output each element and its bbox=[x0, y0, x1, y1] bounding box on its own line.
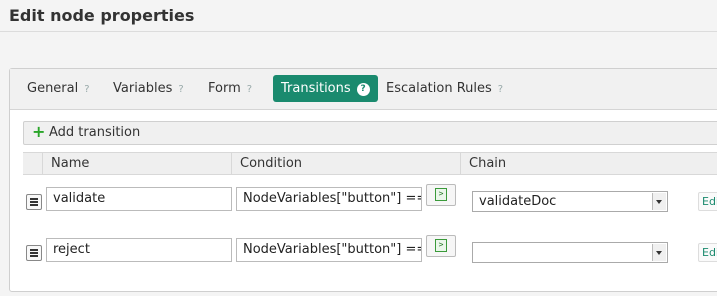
plus-icon: + bbox=[32, 122, 46, 141]
chain-select-value: validateDoc bbox=[479, 194, 557, 209]
table-row: validate NodeVariables["button"] == > va… bbox=[10, 184, 717, 217]
tab-bar: General? Variables? Form? Transitions? E… bbox=[10, 69, 717, 110]
drag-handle-icon[interactable] bbox=[26, 245, 42, 261]
script-editor-icon: > bbox=[435, 239, 447, 252]
transition-name-input[interactable]: reject bbox=[46, 238, 232, 262]
condition-editor-button[interactable]: > bbox=[426, 184, 456, 206]
tab-general[interactable]: General? bbox=[19, 75, 98, 102]
help-icon[interactable]: ? bbox=[84, 76, 89, 103]
tab-form[interactable]: Form? bbox=[200, 75, 260, 102]
tab-label: Variables bbox=[113, 81, 173, 96]
tab-label: Transitions bbox=[281, 81, 351, 96]
transition-condition-input[interactable]: NodeVariables["button"] == bbox=[236, 187, 422, 211]
tab-transitions[interactable]: Transitions? bbox=[273, 75, 378, 102]
table-row: reject NodeVariables["button"] == > Edit bbox=[10, 235, 717, 268]
chevron-down-icon bbox=[652, 193, 666, 210]
tab-label: Escalation Rules bbox=[386, 81, 492, 96]
tab-label: General bbox=[27, 81, 79, 96]
drag-handle-icon[interactable] bbox=[26, 194, 42, 210]
column-header-chain: Chain bbox=[460, 153, 717, 174]
chain-select[interactable] bbox=[472, 242, 668, 263]
properties-panel: General? Variables? Form? Transitions? E… bbox=[9, 68, 717, 292]
edit-chain-button[interactable]: Edit bbox=[698, 192, 717, 211]
chevron-down-icon bbox=[652, 244, 666, 261]
edit-chain-button[interactable]: Edit bbox=[698, 243, 717, 262]
script-editor-icon: > bbox=[435, 188, 447, 201]
help-icon[interactable]: ? bbox=[356, 83, 370, 96]
column-header-name: Name bbox=[42, 153, 231, 174]
add-transition-button[interactable]: + Add transition bbox=[23, 121, 717, 145]
title-divider bbox=[0, 31, 717, 32]
transitions-table-header: Name Condition Chain bbox=[23, 152, 717, 175]
condition-editor-button[interactable]: > bbox=[426, 235, 456, 257]
help-icon[interactable]: ? bbox=[178, 76, 183, 103]
help-icon[interactable]: ? bbox=[498, 76, 503, 103]
chain-select[interactable]: validateDoc bbox=[472, 191, 668, 212]
column-header-condition: Condition bbox=[231, 153, 460, 174]
page-title: Edit node properties bbox=[9, 6, 195, 25]
transition-name-input[interactable]: validate bbox=[46, 187, 232, 211]
transition-condition-input[interactable]: NodeVariables["button"] == bbox=[236, 238, 422, 262]
tab-label: Form bbox=[208, 81, 241, 96]
tab-variables[interactable]: Variables? bbox=[105, 75, 192, 102]
help-icon[interactable]: ? bbox=[247, 76, 252, 103]
add-transition-label: Add transition bbox=[49, 125, 141, 140]
tab-escalation-rules[interactable]: Escalation Rules? bbox=[378, 75, 511, 102]
